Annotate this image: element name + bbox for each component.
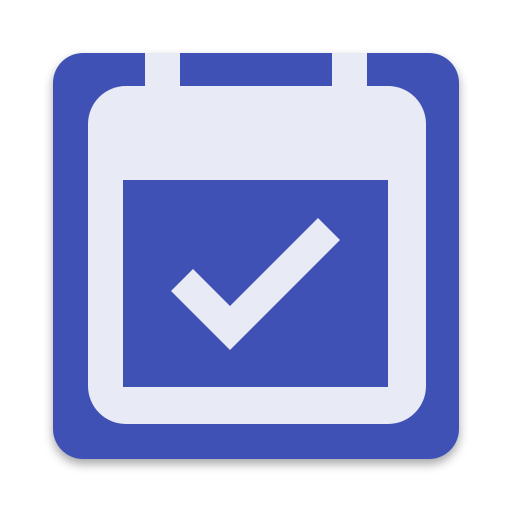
canvas	[0, 0, 512, 512]
app-icon[interactable]	[0, 0, 512, 512]
